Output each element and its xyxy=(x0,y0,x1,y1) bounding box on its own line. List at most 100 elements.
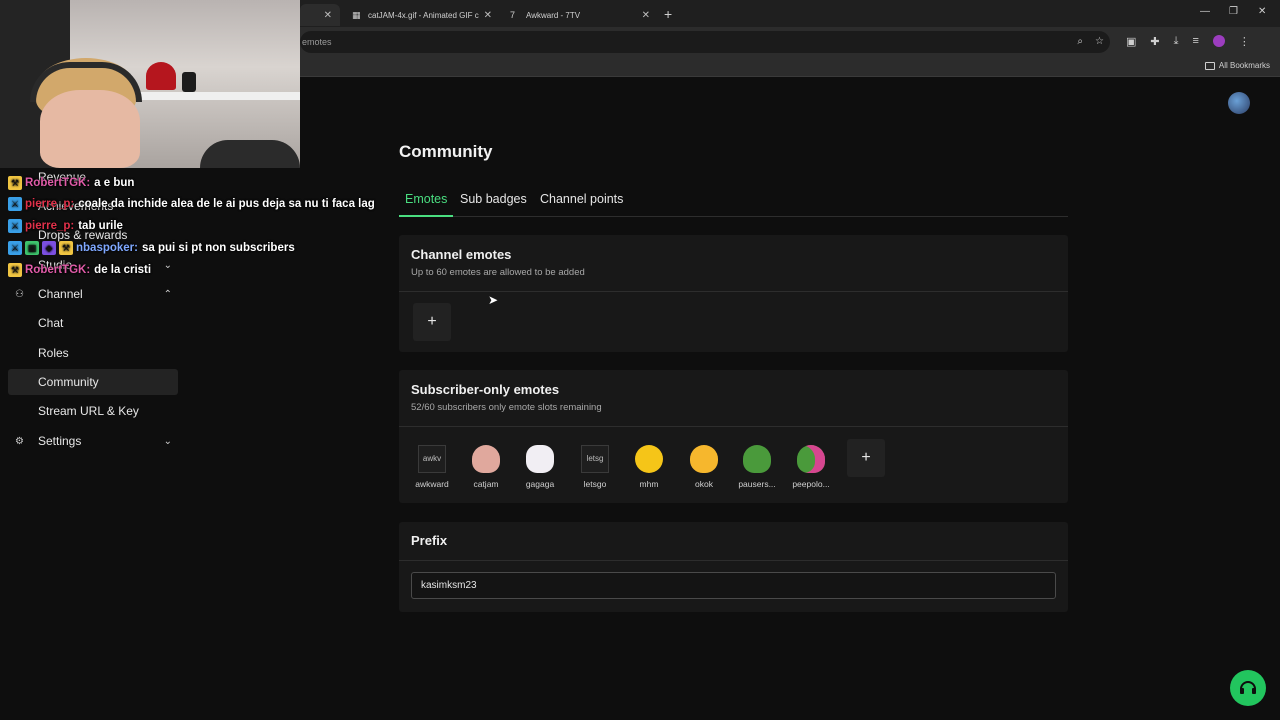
help-button[interactable] xyxy=(1230,670,1266,706)
emote-alt-text: letsg xyxy=(586,454,604,463)
sidebar-item-community[interactable]: Community xyxy=(8,369,178,395)
chat-message: ⚒ RobertTGK: de la cristi xyxy=(8,263,151,277)
emote-tile[interactable]: gagaga xyxy=(516,445,564,489)
emote-name: awkward xyxy=(415,479,449,489)
emote-alt-text: awkv xyxy=(422,454,442,463)
webcam-overlay xyxy=(0,0,300,168)
browser-tab-catjam[interactable]: ▦ catJAM-4x.gif - Animated GIF c ✕ xyxy=(344,4,500,26)
emote-image: letsg xyxy=(581,445,609,473)
browser-tab-active[interactable]: ✕ xyxy=(300,4,340,26)
profile-icon[interactable] xyxy=(1212,35,1225,47)
gear-icon: ⚙ xyxy=(15,435,24,447)
tab-sub-badges[interactable]: Sub badges xyxy=(454,190,533,217)
emote-name: catjam xyxy=(473,479,499,489)
emote-tile[interactable]: okok xyxy=(680,445,728,489)
emote-name: okok xyxy=(695,479,713,489)
gif-favicon-icon: ▦ xyxy=(352,10,361,20)
emote-tile[interactable]: pausers... xyxy=(733,445,781,489)
bookmark-star-icon[interactable]: ☆ xyxy=(1095,31,1104,53)
chat-username: nbaspoker: xyxy=(76,242,138,254)
sidebar-item-label: Community xyxy=(38,375,99,389)
chat-message: ⚔ pierre_p: coale da inchide alea de le … xyxy=(8,197,375,211)
close-tab-icon[interactable]: ✕ xyxy=(642,10,650,21)
extensions-icon[interactable]: ✚ xyxy=(1150,35,1159,48)
emote-image: awkv xyxy=(418,445,446,473)
badge-icon: ⚒ xyxy=(59,241,73,255)
avatar[interactable] xyxy=(1228,92,1250,114)
browser-tab-7tv[interactable]: 7 Awkward - 7TV ✕ xyxy=(502,4,658,26)
chevron-up-icon: ⌃ xyxy=(163,288,172,300)
emote-tile[interactable]: catjam xyxy=(462,445,510,489)
card-subtitle: Up to 60 emotes are allowed to be added xyxy=(411,267,585,278)
chat-text: coale da inchide alea de le ai pus deja … xyxy=(78,198,375,210)
sidebar-item-label: Settings xyxy=(38,434,82,448)
chevron-down-icon: ⌄ xyxy=(163,435,172,447)
chevron-down-icon: ⌄ xyxy=(163,259,172,271)
badge-icon: ◆ xyxy=(42,241,56,255)
webcam-figure xyxy=(182,72,196,92)
headset-icon xyxy=(1240,681,1256,694)
close-tab-icon[interactable]: ✕ xyxy=(324,10,332,21)
all-bookmarks-label: All Bookmarks xyxy=(1218,61,1270,70)
sidebar-item-label: Stream URL & Key xyxy=(38,404,139,418)
sidebar-item-chat[interactable]: Chat xyxy=(8,310,178,336)
download-icon[interactable]: ⤓ xyxy=(1174,35,1179,48)
url-text: emotes xyxy=(302,37,332,47)
emote-name: letsgo xyxy=(583,479,607,489)
badge-icon: ▦ xyxy=(25,241,39,255)
emote-image xyxy=(635,445,663,473)
sidebar-item-label: Channel xyxy=(38,287,83,301)
emote-name: mhm xyxy=(639,479,659,489)
channel-emotes-card: Channel emotes Up to 60 emotes are allow… xyxy=(399,235,1068,352)
webcam-headset xyxy=(30,62,142,102)
emote-name: gagaga xyxy=(525,479,555,489)
card-header: Prefix xyxy=(399,522,1068,561)
tab-emotes[interactable]: Emotes xyxy=(399,190,454,217)
sidebar-item-channel[interactable]: ⚇ Channel ⌃ xyxy=(8,281,178,307)
emote-tile[interactable]: awkv awkward xyxy=(408,445,456,489)
sidebar-item-label: Chat xyxy=(38,316,64,330)
webcam-red-cap xyxy=(146,62,176,90)
prefix-card: Prefix xyxy=(399,522,1068,612)
prefix-input[interactable] xyxy=(411,572,1056,599)
media-control-icon[interactable]: ≡ xyxy=(1193,35,1199,48)
chat-message: ⚒ RobertTGK: a e bun xyxy=(8,176,134,190)
url-input[interactable]: emotes ⌕ ☆ xyxy=(300,31,1110,53)
emote-tile[interactable]: peepolo... xyxy=(787,445,835,489)
zoom-icon[interactable]: ⌕ xyxy=(1077,31,1083,53)
add-channel-emote-button[interactable]: + xyxy=(413,303,451,341)
tab-channel-points[interactable]: Channel points xyxy=(534,190,629,217)
all-bookmarks[interactable]: All Bookmarks xyxy=(1204,61,1270,70)
menu-icon[interactable]: ⋮ xyxy=(1239,35,1250,48)
badge-icon: ⚔ xyxy=(8,197,22,211)
sidebar-item-settings[interactable]: ⚙ Settings ⌄ xyxy=(8,428,178,454)
close-window-icon[interactable]: ✕ xyxy=(1258,6,1266,17)
emote-image xyxy=(526,445,554,473)
sidebar-item-stream-url-key[interactable]: Stream URL & Key xyxy=(8,398,178,424)
emote-image xyxy=(743,445,771,473)
add-subscriber-emote-button[interactable]: + xyxy=(847,439,885,477)
restore-icon[interactable]: ❐ xyxy=(1229,6,1238,17)
badge-icon: ⚔ xyxy=(8,241,22,255)
extension-7tv-icon[interactable]: ▣ xyxy=(1126,35,1136,48)
webcam-chair xyxy=(200,140,300,168)
card-header: Channel emotes Up to 60 emotes are allow… xyxy=(399,235,1068,292)
chat-username: pierre_p: xyxy=(25,220,75,232)
close-tab-icon[interactable]: ✕ xyxy=(484,10,492,21)
new-tab-icon[interactable]: + xyxy=(664,6,672,22)
card-subtitle: 52/60 subscribers only emote slots remai… xyxy=(411,402,602,413)
emote-image xyxy=(797,445,825,473)
sidebar-item-roles[interactable]: Roles xyxy=(8,340,178,366)
minimize-icon[interactable]: — xyxy=(1200,6,1210,17)
emote-tile[interactable]: mhm xyxy=(625,445,673,489)
chat-text: de la cristi xyxy=(94,264,152,276)
channel-users-icon: ⚇ xyxy=(15,288,24,300)
subscriber-emotes-card: Subscriber-only emotes 52/60 subscribers… xyxy=(399,370,1068,503)
emote-tile[interactable]: letsg letsgo xyxy=(571,445,619,489)
emote-name: pausers... xyxy=(738,479,776,489)
sidebar-item-label: Roles xyxy=(38,346,69,360)
chat-text: sa pui si pt non subscribers xyxy=(142,242,295,254)
webcam-shelf xyxy=(140,92,300,100)
emote-name: peepolo... xyxy=(792,479,830,489)
chat-message: ⚔ pierre_p: tab urile xyxy=(8,219,123,233)
